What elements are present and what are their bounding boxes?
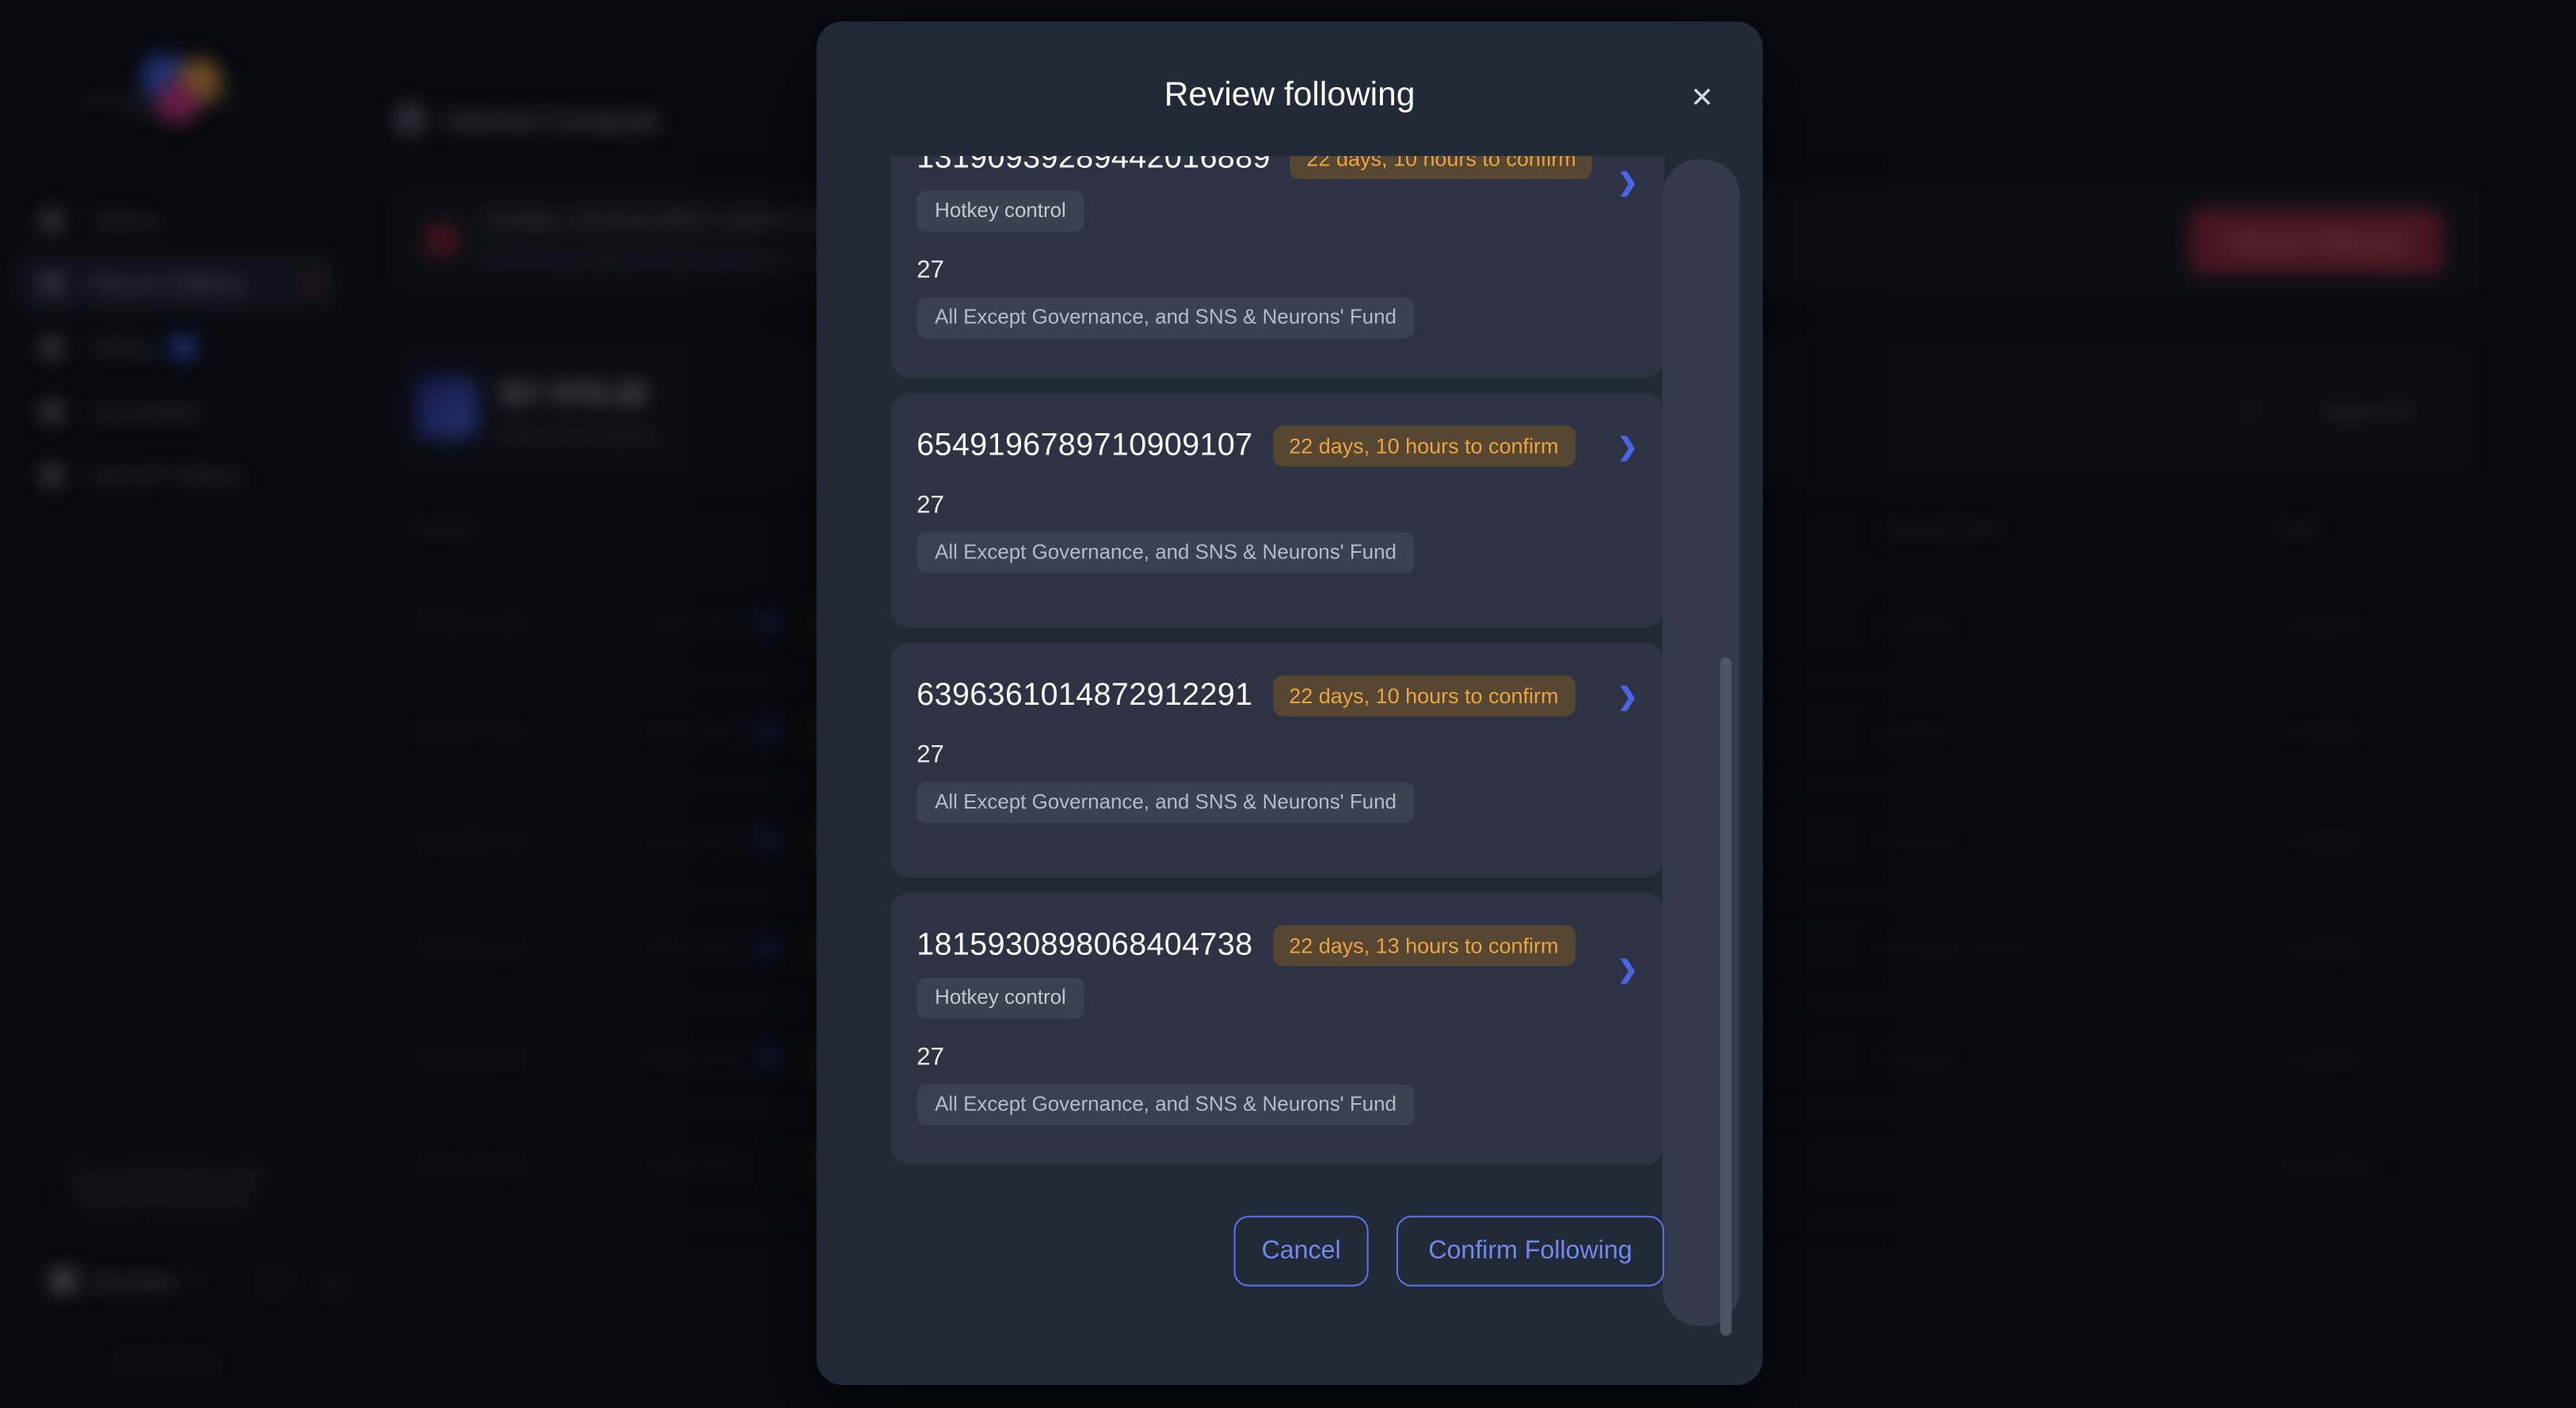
chevron-right-icon[interactable]: ❯ — [1618, 432, 1638, 462]
neuron-id: 1815930898068404738 — [916, 927, 1252, 964]
topics-tag: All Except Governance, and SNS & Neurons… — [916, 298, 1414, 339]
chevron-right-icon[interactable]: ❯ — [1618, 168, 1638, 197]
modal-footer: Cancel Confirm Following — [817, 1216, 1664, 1286]
confirm-countdown-badge: 22 days, 10 hours to confirm — [1272, 425, 1575, 466]
confirm-countdown-badge: 22 days, 10 hours to confirm — [1272, 675, 1575, 717]
app-stage: NETWORK NERVOUS SYSTEM Tokens Neuron Sta… — [0, 0, 2576, 1408]
neuron-id: 13190939289442016889 — [916, 156, 1271, 177]
topics-count: 27 — [916, 257, 1637, 284]
topics-tag: All Except Governance, and SNS & Neurons… — [916, 1084, 1414, 1125]
screen: NETWORK NERVOUS SYSTEM Tokens Neuron Sta… — [0, 0, 2576, 1408]
topics-tag: All Except Governance, and SNS & Neurons… — [916, 782, 1414, 824]
modal-title: Review following — [817, 75, 1763, 115]
chevron-right-icon[interactable]: ❯ — [1618, 954, 1638, 984]
neuron-id: 6549196789710909107 — [916, 428, 1252, 464]
neuron-card[interactable]: 1815930898068404738 22 days, 13 hours to… — [890, 892, 1664, 1165]
cancel-button[interactable]: Cancel — [1234, 1216, 1369, 1286]
hotkey-control-tag: Hotkey control — [916, 191, 1084, 232]
close-icon[interactable]: ✕ — [1684, 81, 1721, 117]
topics-tag: All Except Governance, and SNS & Neurons… — [916, 532, 1414, 573]
topics-count: 27 — [916, 491, 1637, 519]
review-following-modal: Review following ✕ 13190939289442016889 … — [817, 21, 1763, 1385]
chevron-right-icon[interactable]: ❯ — [1618, 682, 1638, 711]
confirm-countdown-badge: 22 days, 13 hours to confirm — [1272, 925, 1575, 966]
hotkey-control-tag: Hotkey control — [916, 977, 1084, 1018]
neuron-card[interactable]: 13190939289442016889 22 days, 10 hours t… — [890, 156, 1664, 378]
confirm-following-button[interactable]: Confirm Following — [1397, 1216, 1664, 1286]
topics-count: 27 — [916, 1043, 1637, 1071]
scrollbar-track[interactable] — [1663, 159, 1740, 1326]
neuron-card[interactable]: 6549196789710909107 22 days, 10 hours to… — [890, 393, 1664, 628]
neuron-list: 13190939289442016889 22 days, 10 hours t… — [890, 156, 1664, 1326]
neuron-card[interactable]: 6396361014872912291 22 days, 10 hours to… — [890, 642, 1664, 877]
topics-count: 27 — [916, 741, 1637, 769]
neuron-id: 6396361014872912291 — [916, 678, 1252, 714]
confirm-countdown-badge: 22 days, 10 hours to confirm — [1290, 156, 1593, 179]
scrollbar-thumb[interactable] — [1720, 657, 1732, 1336]
